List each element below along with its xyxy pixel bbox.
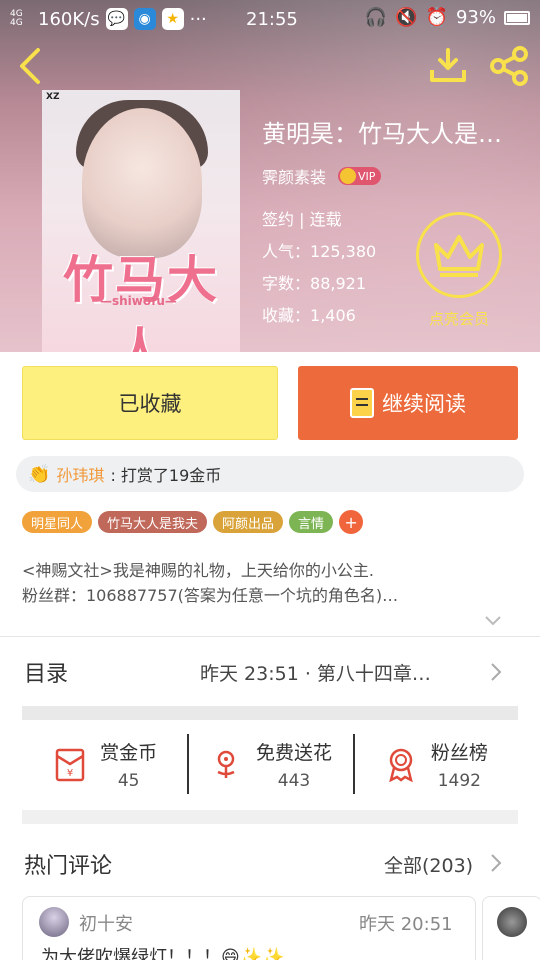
browser-icon: ◉	[133, 8, 156, 30]
synopsis-line: <神赐文社>我是神赐的礼物，上天给你的小公主.	[22, 561, 374, 580]
medal-icon	[389, 748, 413, 782]
share-icon[interactable]	[488, 46, 530, 86]
stat-value: 443	[277, 770, 311, 791]
member-label[interactable]: 点亮会员	[408, 308, 510, 329]
tip-ticker[interactable]: 👏 孙玮琪 : 打赏了19金币	[16, 456, 524, 492]
tip-user: 孙玮琪	[56, 466, 105, 485]
clap-icon: 👏	[28, 463, 51, 485]
tag[interactable]: 阿颜出品	[213, 511, 284, 533]
comment-time: 昨天 20:51	[359, 914, 453, 935]
stat-label: 免费送花	[255, 741, 332, 764]
status-bar: 4G 4G 160K/s 💬 ◉ ★ ··· 21:55 🎧 🔇 ⏰ 93%	[0, 0, 540, 38]
book-title: 黄明昊：竹马大人是…	[262, 120, 502, 148]
crown-icon	[340, 168, 357, 184]
red-envelope-icon: ¥	[55, 748, 85, 782]
avatar[interactable]	[39, 907, 69, 937]
battery-percent: 93%	[455, 7, 496, 28]
tag[interactable]: 言情	[289, 511, 334, 533]
stats-row: ¥ 赏金币 45 免费送花 443 粉丝榜 1492	[22, 732, 518, 796]
tip-text: : 打赏了19金币	[110, 466, 222, 485]
synopsis-line: 粉丝群：106887757(答案为任意一个坑的角色名)…	[22, 586, 399, 605]
chat-icon: 💬	[105, 8, 128, 30]
fan-ranking-button[interactable]: 粉丝榜 1492	[352, 732, 518, 796]
clock: 21:55	[246, 9, 298, 30]
comment-user[interactable]: 初十安	[79, 910, 133, 936]
all-comments-link[interactable]: 全部(203)	[384, 851, 473, 878]
stat-value: 1492	[437, 770, 481, 791]
popularity: 人气：125,380	[262, 242, 377, 261]
stat-label: 粉丝榜	[430, 741, 488, 764]
comment-text: 为大佬吹爆绿灯！！！😄✨✨	[41, 947, 285, 960]
signal-indicator: 4G 4G	[10, 9, 23, 28]
toc-label[interactable]: 目录	[24, 656, 68, 688]
flower-icon	[217, 750, 235, 778]
book-status: 签约 | 连载	[262, 210, 342, 229]
alarm-icon: ⏰	[425, 7, 448, 28]
author-row[interactable]: 霁颜素装 VIP	[262, 164, 382, 188]
crown-icon	[434, 235, 484, 277]
comment-card[interactable]: 初十安 昨天 20:51 为大佬吹爆绿灯！！！😄✨✨	[22, 896, 476, 960]
word-count: 字数：88,921	[262, 274, 366, 293]
chevron-down-icon[interactable]	[484, 614, 502, 628]
favorited-button[interactable]: 已收藏	[22, 366, 278, 440]
add-tag-button[interactable]: +	[339, 510, 364, 534]
send-flower-button[interactable]: 免费送花 443	[187, 732, 352, 796]
cover-publisher: XZ	[46, 92, 60, 102]
comment-card[interactable]	[482, 896, 540, 960]
vip-badge: VIP	[338, 167, 382, 185]
stat-value: 45	[117, 770, 140, 791]
headset-icon: 🎧	[364, 7, 388, 28]
star-app-icon: ★	[161, 8, 184, 30]
synopsis[interactable]: <神赐文社>我是神赐的礼物，上天给你的小公主. 粉丝群：106887757(答案…	[22, 558, 512, 608]
network-speed: 160K/s	[38, 8, 100, 30]
book-icon	[350, 388, 374, 418]
continue-reading-button[interactable]: 继续阅读	[298, 366, 518, 440]
book-cover[interactable]: XZ 竹马大人 —shiwofu—	[42, 90, 240, 352]
tag[interactable]: 竹马大人是我夫	[98, 511, 208, 533]
chevron-right-icon[interactable]	[490, 853, 502, 873]
tag[interactable]: 明星同人	[22, 511, 93, 533]
mute-icon: 🔇	[395, 7, 418, 28]
battery-icon	[504, 10, 530, 25]
chevron-right-icon[interactable]	[490, 662, 502, 682]
stat-label: 赏金币	[100, 741, 158, 764]
reward-coins-button[interactable]: ¥ 赏金币 45	[22, 732, 187, 796]
latest-chapter[interactable]: 昨天 23:51 · 第八十四章…	[200, 659, 484, 686]
svg-text:¥: ¥	[67, 768, 73, 779]
member-button[interactable]	[416, 212, 502, 298]
download-icon[interactable]	[428, 46, 468, 86]
cover-subtitle: —shiwofu—	[100, 294, 177, 308]
book-detail-panel: 已收藏 继续阅读 👏 孙玮琪 : 打赏了19金币 明星同人 竹马大人是我夫 阿颜…	[0, 352, 540, 960]
avatar[interactable]	[497, 907, 527, 937]
favorite-count: 收藏：1,406	[262, 306, 356, 325]
author-name[interactable]: 霁颜素装	[262, 164, 326, 188]
tag-list: 明星同人 竹马大人是我夫 阿颜出品 言情 +	[22, 510, 364, 534]
more-notifications-icon: ···	[189, 8, 207, 30]
hot-comments-title: 热门评论	[24, 854, 113, 879]
back-icon[interactable]	[14, 46, 46, 86]
